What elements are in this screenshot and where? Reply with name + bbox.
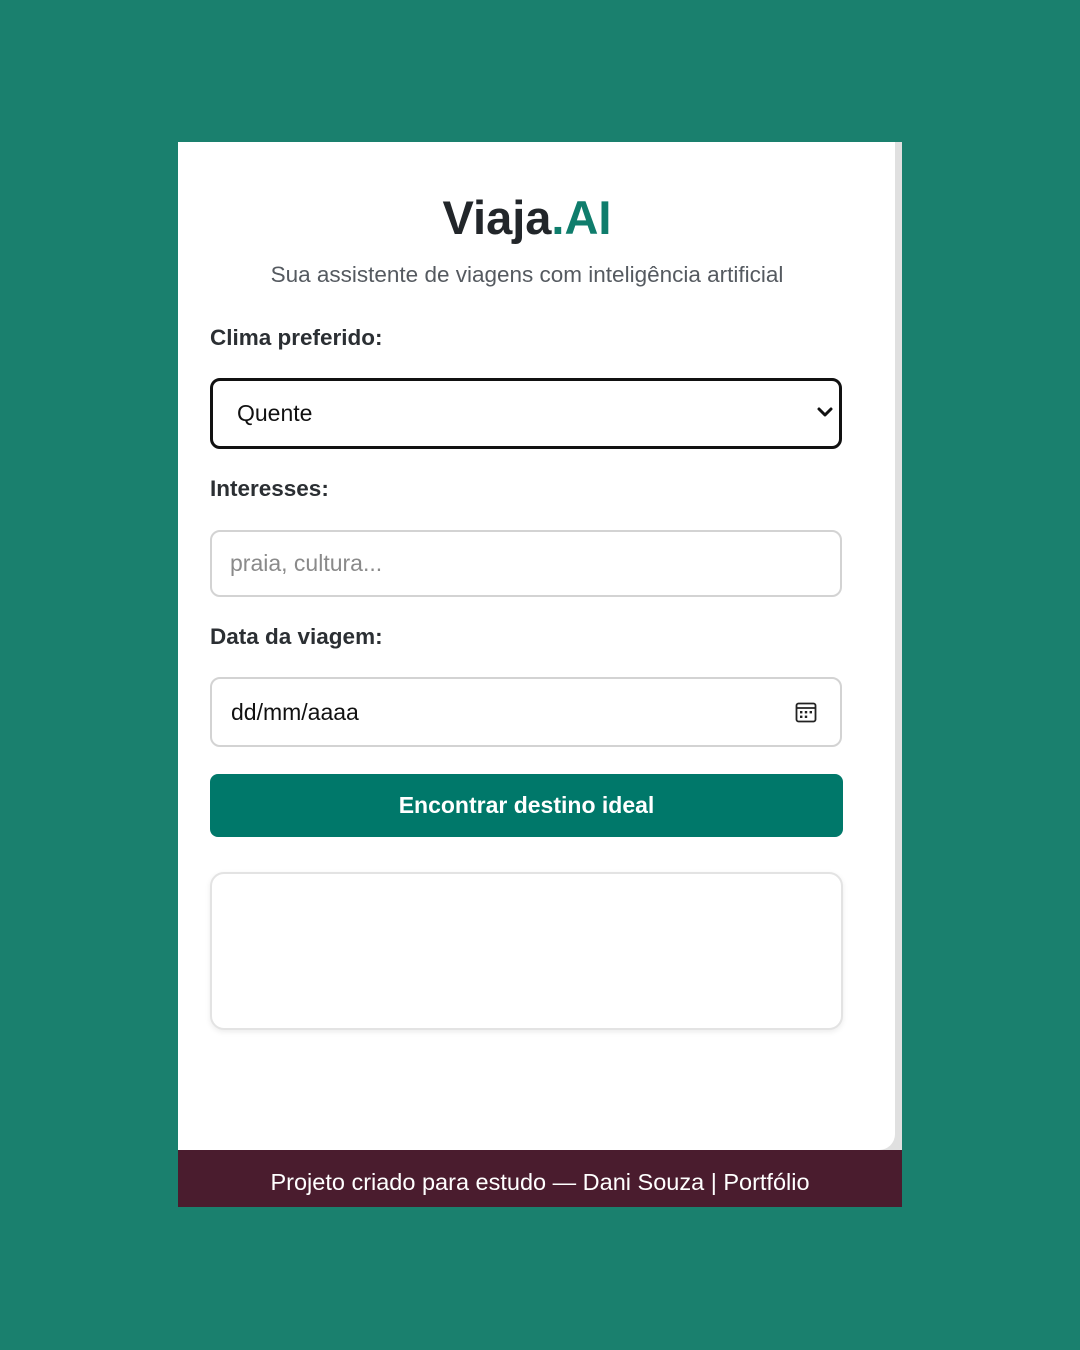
portfolio-link[interactable]: Portfólio [723, 1169, 809, 1195]
climate-select[interactable]: Quente [210, 378, 842, 449]
title-main: Viaja [442, 191, 552, 244]
page-title: Viaja.AI [178, 188, 876, 248]
find-destination-button[interactable]: Encontrar destino ideal [210, 774, 843, 837]
date-input-value: dd/mm/aaaa [231, 699, 359, 725]
climate-label: Clima preferido: [210, 325, 383, 350]
date-input[interactable]: dd/mm/aaaa [210, 677, 842, 747]
chevron-down-icon [817, 407, 833, 417]
main-card: Viaja.AI Sua assistente de viagens com i… [178, 142, 895, 1150]
footer-separator: | [710, 1169, 717, 1195]
interests-input[interactable] [210, 530, 842, 597]
footer: Projeto criado para estudo — Dani Souza … [178, 1150, 902, 1207]
result-panel [210, 872, 843, 1030]
calendar-icon[interactable] [794, 700, 818, 724]
date-label: Data da viagem: [210, 624, 383, 649]
interests-label: Interesses: [210, 476, 329, 501]
page-subtitle: Sua assistente de viagens com inteligênc… [270, 262, 784, 287]
footer-credit: Projeto criado para estudo — Dani Souza [270, 1169, 705, 1195]
climate-select-value: Quente [237, 400, 313, 426]
app-frame: Viaja.AI Sua assistente de viagens com i… [178, 142, 902, 1207]
title-accent: .AI [551, 191, 612, 244]
